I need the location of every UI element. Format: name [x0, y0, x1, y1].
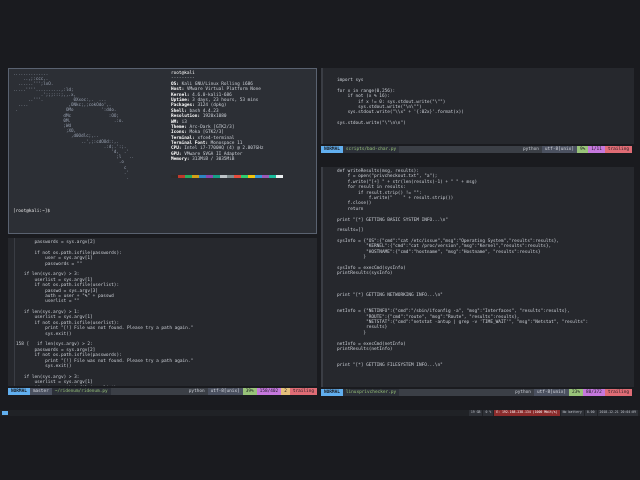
code-line: sys.stdout.write("\"\n\n"): [337, 121, 406, 127]
git-branch: master: [29, 388, 52, 395]
mode-indicator: NORMAL: [321, 146, 343, 153]
status-fill: [399, 146, 520, 153]
warning-count: 2: [281, 388, 290, 395]
info-key: Memory:: [171, 157, 190, 163]
file-path: linuxprivchecker.py: [342, 389, 400, 396]
file-type: python: [515, 390, 531, 395]
file-encoding: utf-8[unix]: [207, 388, 243, 395]
shell-prompt[interactable]: [root@kali:~]$: [13, 209, 53, 214]
trailing-indicator: trailing: [604, 389, 632, 396]
status-segment: 19 GB: [468, 410, 483, 416]
info-value: VMware Virtual Platform None: [184, 87, 261, 93]
statusline-linuxprivchecker: NORMAL linuxprivchecker.py python utf-8[…: [321, 389, 632, 396]
distro-logo: .............. ..,;:ccc,. ......''';lxO.…: [13, 71, 135, 181]
file-path: ~/ridenum/ridenum.py: [51, 388, 111, 395]
workspace-button[interactable]: [2, 411, 8, 415]
scroll-percent: 39%: [242, 388, 257, 395]
trailing-indicator: trailing: [289, 388, 317, 395]
file-type: python: [523, 147, 539, 152]
file-encoding: utf-8[unix]: [533, 389, 570, 396]
info-value: Moka [GTK2/3]: [186, 130, 224, 136]
color-swatch: [241, 175, 248, 178]
color-swatch: [269, 175, 276, 178]
terminal-window[interactable]: .............. ..,;:ccc,. ......''';lxO.…: [8, 68, 317, 234]
status-segment: 2018-12-21 20:04:09: [597, 410, 638, 416]
statusline-bad-char: NORMAL scripts/bad-char.py python utf-8[…: [321, 146, 632, 153]
info-key: Host:: [171, 87, 185, 93]
color-swatch: [185, 175, 192, 178]
editor-pane-linuxprivchecker[interactable]: def writeResults(msg, results): f = open…: [321, 167, 634, 387]
scroll-percent: 23%: [569, 389, 583, 396]
cursor-position: 1/11: [588, 146, 605, 153]
code-body[interactable]: import sys for x in range(0,256): if not …: [337, 78, 464, 127]
color-swatch: [220, 175, 227, 178]
info-key: Resolution:: [171, 114, 201, 120]
gutter: [8, 238, 15, 386]
file-type: python: [188, 389, 205, 394]
cursor-position: 80/372: [582, 389, 605, 396]
status-segment: E: 192.168.238.134 (1000 Mbit/s): [494, 410, 560, 416]
color-swatch: [276, 175, 283, 178]
info-key: Icons:: [171, 130, 187, 136]
cursor-position: 158/402: [256, 388, 282, 395]
info-key: Kernel:: [171, 92, 190, 98]
info-value: 4.6.0-kali1-686: [189, 92, 232, 98]
color-swatch: [262, 175, 269, 178]
color-swatch: [227, 175, 234, 178]
info-value: bash 4.4.23: [186, 108, 219, 114]
editor-pane-bad-char[interactable]: import sys for x in range(0,256): if not …: [321, 68, 634, 144]
color-swatch: [206, 175, 213, 178]
info-value: 1920x1080: [200, 114, 227, 120]
file-encoding: utf-8[unix]: [541, 146, 577, 153]
color-swatch: [199, 175, 206, 178]
code-line: print "[*] GETTING FILESYSTEM INFO...\n": [337, 363, 443, 369]
color-swatch: [234, 175, 241, 178]
scroll-percent: 9%: [576, 146, 589, 153]
color-swatches: [171, 175, 283, 178]
info-value: Intel i7-7700HQ (4) @ 2.807GHz: [181, 146, 264, 152]
mode-indicator: NORMAL: [8, 388, 30, 395]
code-body[interactable]: passwords = sys.argv[2] if not os.path.i…: [16, 240, 193, 386]
info-value: 3124 (dpkg): [194, 103, 227, 109]
trailing-indicator: trailing: [604, 146, 632, 153]
info-key: Packages:: [171, 103, 195, 109]
info-key: Terminal:: [171, 135, 195, 141]
status-segments: 19 GB 0 % E: 192.168.238.134 (1000 Mbit/s)…: [468, 410, 640, 416]
color-swatch: [213, 175, 220, 178]
system-info: root@kali --------- OS: Kali GNU/Linux R…: [171, 71, 311, 163]
code-line: netInfo = {"NETINFO":{"cmd":"/sbin/ifcon…: [337, 309, 570, 315]
status-segment: No battery: [560, 410, 584, 416]
color-swatch: [192, 175, 199, 178]
workspace-list[interactable]: [0, 411, 8, 415]
i3-status-bar: 19 GB 0 % E: 192.168.238.134 (1000 Mbit/s)…: [0, 410, 640, 416]
info-key: CPU:: [171, 146, 182, 152]
color-swatch: [248, 175, 255, 178]
color-swatch: [178, 175, 185, 178]
statusline-ridenum: NORMAL master ~/ridenum/ridenum.py pytho…: [8, 388, 317, 395]
info-row: Memory: 313MiB / 3035MiB: [171, 157, 311, 162]
info-value: i3: [178, 119, 187, 125]
status-segment: 0.00: [584, 410, 597, 416]
status-fill: [111, 388, 186, 395]
mode-indicator: NORMAL: [321, 389, 343, 396]
info-value: 313MiB / 3035MiB: [189, 157, 235, 163]
code-body[interactable]: def writeResults(msg, results): f = open…: [337, 169, 588, 368]
status-fill: [399, 389, 512, 396]
info-key: WM:: [171, 119, 179, 125]
info-rows: OS: Kali GNU/Linux Rolling i686 Host: VMw…: [171, 82, 311, 163]
file-path: scripts/bad-char.py: [342, 146, 400, 153]
info-key: Shell:: [171, 108, 187, 114]
editor-pane-ridenum[interactable]: passwords = sys.argv[2] if not os.path.i…: [8, 238, 317, 386]
color-swatch: [255, 175, 262, 178]
color-swatch: [171, 175, 178, 178]
code-line: sys.stdout.write("\\x" + '{:02x}'.format…: [337, 110, 464, 116]
info-value: xfce4-terminal: [194, 135, 235, 141]
status-segment: 0 %: [483, 410, 494, 416]
code-line: print "[!] File was not found. Please tr…: [16, 326, 194, 332]
